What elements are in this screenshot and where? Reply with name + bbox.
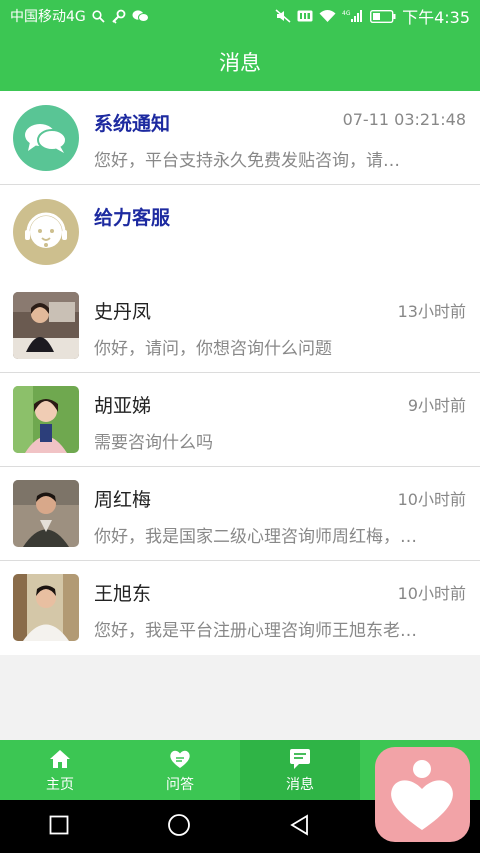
- heart-chat-icon: [168, 747, 192, 771]
- message-row[interactable]: 史丹凤 13小时前 你好，请问，你想咨询什么问题: [0, 279, 480, 373]
- page-title: 消息: [219, 50, 261, 75]
- message-preview: 您好，我是平台注册心理咨询师王旭东老…: [94, 621, 417, 641]
- contact-name: 史丹凤: [94, 301, 152, 323]
- contact-name: 王旭东: [94, 583, 152, 605]
- home-icon: [49, 747, 71, 771]
- message-preview: 你好，我是国家二级心理咨询师周红梅，…: [94, 527, 417, 547]
- battery-icon: [370, 9, 396, 23]
- tab-label: 消息: [286, 776, 314, 793]
- tab-label: 问答: [166, 776, 194, 793]
- heart-person-icon: [391, 760, 453, 830]
- carrier-label: 中国移动4G: [10, 9, 86, 25]
- message-icon: [289, 747, 311, 771]
- message-list: 系统通知 07-11 03:21:48 您好，平台支持永久免费发贴咨询，请… 给…: [0, 91, 480, 655]
- tab-messages[interactable]: 消息: [240, 740, 360, 800]
- counselor-photo: [13, 386, 79, 453]
- message-preview: 需要咨询什么吗: [94, 433, 213, 453]
- tab-qa[interactable]: 问答: [120, 740, 240, 800]
- message-time: 10小时前: [397, 490, 466, 509]
- key-icon: [111, 9, 126, 24]
- counselor-photo: [13, 480, 79, 547]
- signal-icon: 4G: [342, 9, 364, 23]
- contact-name: 胡亚娣: [94, 395, 152, 417]
- message-row-service[interactable]: 给力客服: [0, 185, 480, 279]
- status-bar: 中国移动4G 4G 下午4:35: [0, 0, 480, 32]
- message-row[interactable]: 胡亚娣 9小时前 需要咨询什么吗: [0, 373, 480, 467]
- contact-name: 给力客服: [94, 207, 171, 229]
- message-time: 07-11 03:21:48: [342, 110, 466, 129]
- wifi-icon: [319, 9, 336, 23]
- message-preview: 您好，平台支持永久免费发贴咨询，请…: [94, 151, 400, 171]
- chat-bubbles-icon: [13, 105, 79, 171]
- clock: 下午4:35: [402, 8, 470, 27]
- message-time: 9小时前: [407, 396, 466, 415]
- system-notice-avatar: [13, 105, 79, 171]
- message-preview: 你好，请问，你想咨询什么问题: [94, 339, 332, 359]
- back-icon[interactable]: [289, 813, 311, 840]
- title-bar: 消息: [0, 32, 480, 91]
- search-icon: [92, 9, 105, 23]
- tab-home[interactable]: 主页: [0, 740, 120, 800]
- tab-label: 主页: [46, 776, 74, 793]
- recent-apps-icon[interactable]: [49, 815, 69, 839]
- mute-icon: [275, 9, 291, 23]
- svg-text:4G: 4G: [342, 10, 351, 17]
- contact-name: 系统通知: [94, 113, 171, 135]
- message-time: 13小时前: [397, 302, 466, 321]
- headset-icon: [13, 199, 79, 265]
- message-time: 10小时前: [397, 584, 466, 603]
- hd-icon: [297, 10, 313, 22]
- counselor-photo: [13, 574, 79, 641]
- customer-service-avatar: [13, 199, 79, 265]
- message-row-system[interactable]: 系统通知 07-11 03:21:48 您好，平台支持永久免费发贴咨询，请…: [0, 91, 480, 185]
- floating-heart-button[interactable]: [375, 747, 470, 842]
- home-button-icon[interactable]: [167, 813, 191, 841]
- message-row[interactable]: 王旭东 10小时前 您好，我是平台注册心理咨询师王旭东老…: [0, 561, 480, 655]
- wechat-icon: [132, 9, 149, 23]
- message-row[interactable]: 周红梅 10小时前 你好，我是国家二级心理咨询师周红梅，…: [0, 467, 480, 561]
- contact-name: 周红梅: [94, 489, 152, 511]
- counselor-photo: [13, 292, 79, 359]
